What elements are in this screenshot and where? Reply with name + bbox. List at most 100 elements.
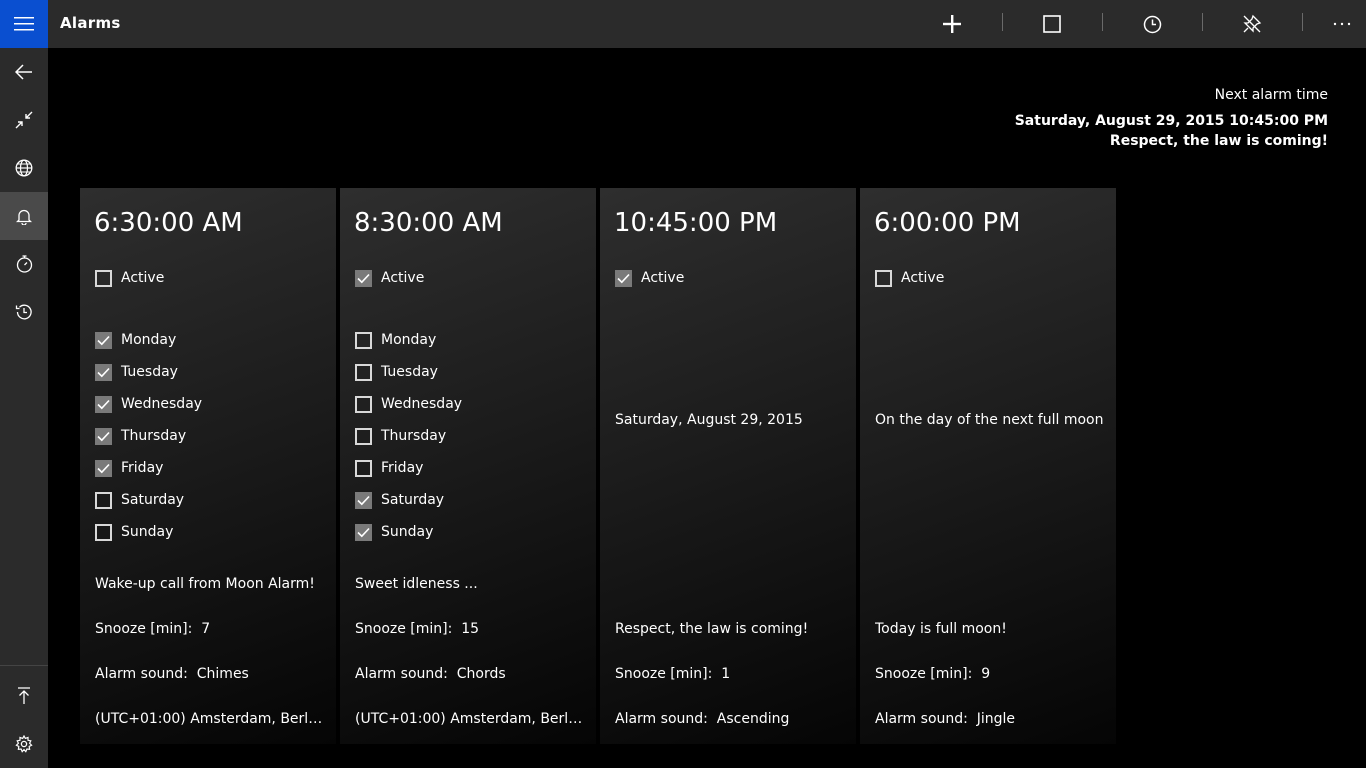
sound-label: Alarm sound: xyxy=(875,711,968,727)
sound-label: Alarm sound: xyxy=(355,666,448,682)
day-checkbox-sunday[interactable] xyxy=(95,523,112,541)
day-label: Friday xyxy=(381,460,424,476)
world-clock-button[interactable] xyxy=(0,144,48,192)
check-icon xyxy=(357,527,370,537)
snooze-label: Snooze [min]: xyxy=(615,666,713,682)
stopwatch-button[interactable] xyxy=(0,240,48,288)
day-checkbox-friday[interactable] xyxy=(355,459,372,477)
snooze-line: Snooze [min]: 9 xyxy=(875,666,990,682)
day-checkbox-friday[interactable] xyxy=(95,459,112,477)
day-checkbox-monday[interactable] xyxy=(95,331,112,349)
select-button[interactable] xyxy=(1022,0,1082,48)
more-button[interactable] xyxy=(1312,0,1366,48)
unpin-button[interactable] xyxy=(1222,0,1282,48)
select-icon xyxy=(1043,15,1061,33)
day-row: Tuesday xyxy=(355,362,438,382)
check-icon xyxy=(97,399,110,409)
active-checkbox[interactable] xyxy=(95,269,112,287)
day-label: Monday xyxy=(381,332,437,348)
check-icon xyxy=(97,463,110,473)
alarms-nav-button[interactable] xyxy=(0,192,48,240)
day-label: Tuesday xyxy=(381,364,438,380)
alarm-card[interactable]: 8:30:00 AM Active Monday Tuesday Wednesd… xyxy=(340,188,596,744)
active-label: Active xyxy=(901,270,945,286)
hamburger-icon xyxy=(14,17,34,31)
day-checkbox-thursday[interactable] xyxy=(95,427,112,445)
alarm-card[interactable]: 6:00:00 PM Active On the day of the next… xyxy=(860,188,1116,744)
active-checkbox[interactable] xyxy=(355,269,372,287)
next-alarm-time: Saturday, August 29, 2015 10:45:00 PM xyxy=(1014,113,1328,129)
check-icon xyxy=(97,367,110,377)
clock-button[interactable] xyxy=(1122,0,1182,48)
alarm-card[interactable]: 10:45:00 PM Active Saturday, August 29, … xyxy=(600,188,856,744)
day-checkbox-saturday[interactable] xyxy=(355,491,372,509)
timezone-text: (UTC+01:00) Amsterdam, Berlin,... xyxy=(95,711,325,727)
day-label: Friday xyxy=(121,460,164,476)
alarm-time: 6:30:00 AM xyxy=(94,208,243,238)
day-label: Saturday xyxy=(121,492,185,508)
day-row: Wednesday xyxy=(355,394,462,414)
compact-button[interactable] xyxy=(0,96,48,144)
day-row: Thursday xyxy=(95,426,186,446)
active-row: Active xyxy=(355,268,424,288)
toolbar-separator xyxy=(1302,13,1303,31)
day-row: Sunday xyxy=(355,522,433,542)
back-button[interactable] xyxy=(0,48,48,96)
settings-button[interactable] xyxy=(0,720,48,768)
sound-value: Jingle xyxy=(976,711,1016,727)
active-label: Active xyxy=(121,270,165,286)
hamburger-menu-button[interactable] xyxy=(0,0,48,48)
day-label: Wednesday xyxy=(121,396,203,412)
day-label: Sunday xyxy=(121,524,174,540)
stopwatch-icon xyxy=(16,255,32,273)
sound-value: Chimes xyxy=(196,666,249,682)
snooze-label: Snooze [min]: xyxy=(875,666,973,682)
day-checkbox-thursday[interactable] xyxy=(355,427,372,445)
alarm-time: 10:45:00 PM xyxy=(614,208,778,238)
active-checkbox[interactable] xyxy=(615,269,632,287)
day-row: Friday xyxy=(95,458,163,478)
more-icon xyxy=(1333,22,1351,26)
add-alarm-button[interactable] xyxy=(922,0,982,48)
next-alarm-label: Next alarm time xyxy=(1214,87,1328,103)
day-checkbox-saturday[interactable] xyxy=(95,491,112,509)
app-title: Alarms xyxy=(60,14,121,32)
day-checkbox-monday[interactable] xyxy=(355,331,372,349)
bell-icon xyxy=(16,209,32,225)
back-icon xyxy=(15,64,32,80)
day-label: Sunday xyxy=(381,524,434,540)
day-checkbox-wednesday[interactable] xyxy=(355,395,372,413)
check-icon xyxy=(617,273,630,283)
snooze-label: Snooze [min]: xyxy=(355,621,453,637)
day-checkbox-sunday[interactable] xyxy=(355,523,372,541)
left-nav xyxy=(0,48,48,768)
alarm-message: Sweet idleness ... xyxy=(355,576,478,592)
history-button[interactable] xyxy=(0,288,48,336)
upload-button[interactable] xyxy=(0,672,48,720)
clock-icon xyxy=(1143,15,1161,33)
day-row: Thursday xyxy=(355,426,446,446)
day-checkbox-wednesday[interactable] xyxy=(95,395,112,413)
toolbar-separator xyxy=(1102,13,1103,31)
day-label: Thursday xyxy=(381,428,447,444)
snooze-line: Snooze [min]: 7 xyxy=(95,621,210,637)
day-label: Saturday xyxy=(381,492,445,508)
sound-value: Ascending xyxy=(716,711,790,727)
check-icon xyxy=(97,431,110,441)
day-row: Monday xyxy=(95,330,176,350)
check-icon xyxy=(357,273,370,283)
day-checkbox-tuesday[interactable] xyxy=(95,363,112,381)
day-checkbox-tuesday[interactable] xyxy=(355,363,372,381)
alarm-card[interactable]: 6:30:00 AM Active Monday Tuesday Wednesd… xyxy=(80,188,336,744)
snooze-value: 15 xyxy=(461,621,480,637)
day-row: Wednesday xyxy=(95,394,202,414)
title-bar: Alarms xyxy=(0,0,1366,48)
compact-icon xyxy=(15,111,33,129)
day-row: Saturday xyxy=(355,490,444,510)
active-row: Active xyxy=(95,268,164,288)
active-checkbox[interactable] xyxy=(875,269,892,287)
snooze-line: Snooze [min]: 1 xyxy=(615,666,730,682)
toolbar-separator xyxy=(1002,13,1003,31)
check-icon xyxy=(357,495,370,505)
day-row: Sunday xyxy=(95,522,173,542)
